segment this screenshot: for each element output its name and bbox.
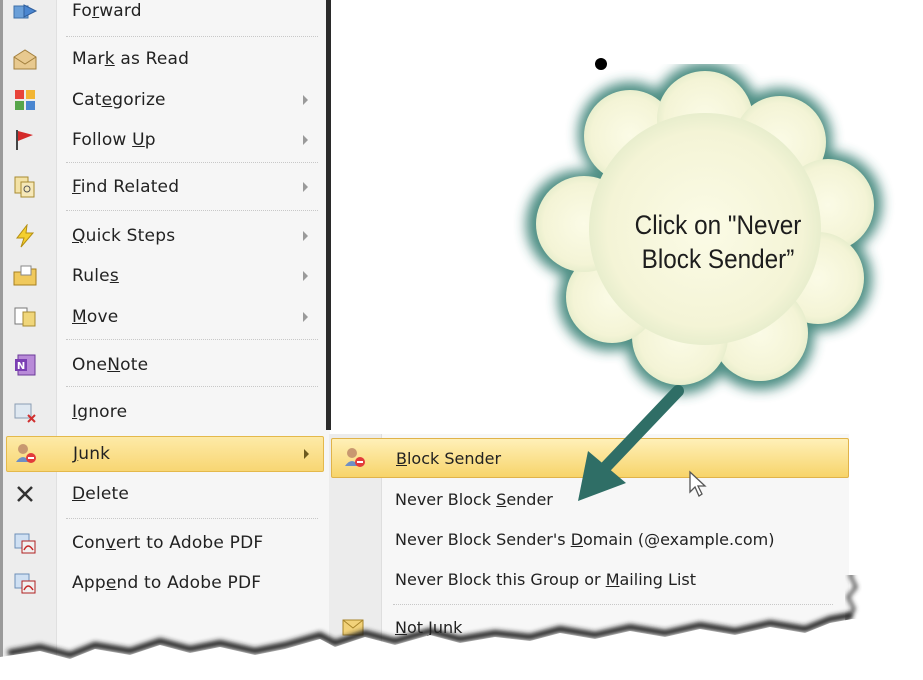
menu-item-ignore[interactable]: Ignore <box>6 395 322 429</box>
menu-item-delete[interactable]: Delete <box>6 477 322 511</box>
menu-item-append-to-adobe-pdf[interactable]: Append to Adobe PDF <box>6 566 322 600</box>
submenu-item-never-block-domain[interactable]: Never Block Sender's Domain (@example.co… <box>331 520 847 558</box>
submenu-arrow-icon <box>304 449 309 459</box>
submenu-arrow-icon <box>303 182 308 192</box>
menu-item-rules[interactable]: Rules <box>6 259 322 293</box>
submenu-item-partial[interactable]: k E <box>331 646 847 666</box>
adobe-pdf-append-icon <box>11 569 39 597</box>
find-related-icon <box>11 173 39 201</box>
submenu-item-not-junk[interactable]: Not Junk <box>331 608 847 646</box>
menu-item-quick-steps[interactable]: Quick Steps <box>6 219 322 253</box>
junk-icon <box>12 440 40 468</box>
menu-separator <box>66 162 318 163</box>
move-icon <box>11 303 39 331</box>
menu-item-move[interactable]: Move <box>6 300 322 334</box>
menu-item-follow-up[interactable]: Follow Up <box>6 123 322 157</box>
menu-separator <box>66 210 318 211</box>
menu-item-find-related[interactable]: Find Related <box>6 170 322 204</box>
not-junk-icon <box>339 612 369 642</box>
menu-left-border <box>0 0 3 660</box>
submenu-arrow-icon <box>303 271 308 281</box>
menu-item-convert-to-adobe-pdf[interactable]: Convert to Adobe PDF <box>6 526 322 560</box>
menu-separator <box>393 604 833 605</box>
menu-item-mark-as-read[interactable]: Mark as Read <box>6 42 322 76</box>
submenu-arrow-icon <box>303 95 308 105</box>
block-sender-icon <box>340 443 370 473</box>
lightning-icon <box>11 222 39 250</box>
menu-item-onenote[interactable]: N OneNote <box>6 348 322 382</box>
bullet-dot <box>595 58 607 70</box>
rules-icon <box>11 262 39 290</box>
callout-arrow <box>578 385 684 501</box>
envelope-open-icon <box>11 45 39 73</box>
context-menu: Forward Mark as Read Categorize Follow U… <box>0 0 331 660</box>
svg-text:N: N <box>17 361 25 372</box>
menu-item-forward[interactable]: Forward <box>6 0 322 28</box>
submenu-arrow-icon <box>303 135 308 145</box>
menu-right-border <box>326 0 331 430</box>
submenu-arrow-icon <box>303 231 308 241</box>
menu-item-junk[interactable]: Junk <box>6 436 324 472</box>
menu-separator <box>66 339 318 340</box>
menu-separator <box>66 386 318 387</box>
menu-item-categorize[interactable]: Categorize <box>6 83 322 117</box>
ignore-icon <box>11 398 39 426</box>
adobe-pdf-icon <box>11 529 39 557</box>
onenote-icon: N <box>11 351 39 379</box>
delete-icon <box>11 480 39 508</box>
menu-separator <box>66 36 318 37</box>
menu-separator <box>66 518 318 519</box>
submenu-arrow-icon <box>303 312 308 322</box>
forward-icon <box>11 0 39 25</box>
mouse-pointer-icon <box>689 470 707 497</box>
categorize-icon <box>11 86 39 114</box>
callout-text: Click on "Never Block Sender” <box>634 210 802 274</box>
submenu-item-never-block-group[interactable]: Never Block this Group or Mailing List <box>331 560 847 598</box>
flag-icon <box>11 126 39 154</box>
